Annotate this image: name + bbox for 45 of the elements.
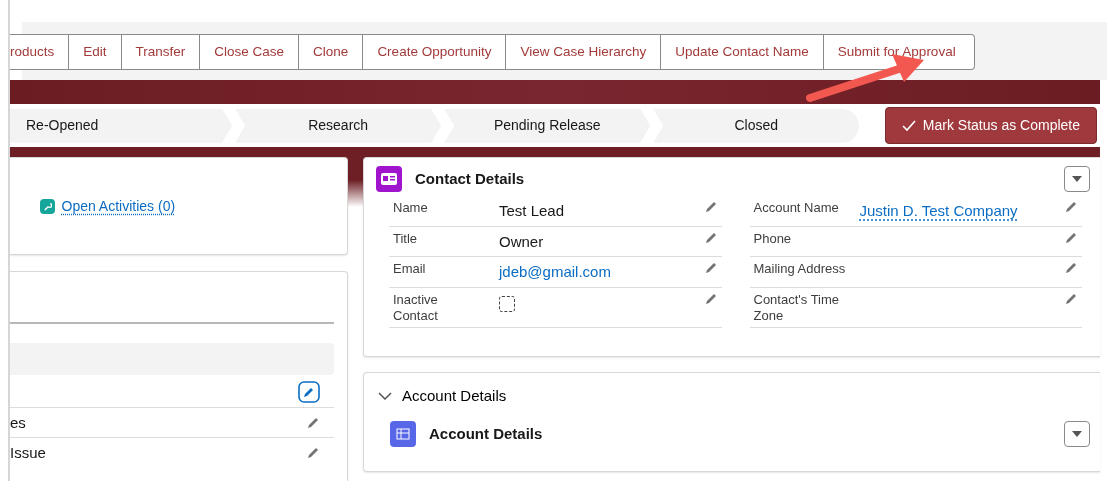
- account-card-icon: [390, 421, 416, 448]
- check-icon: [902, 119, 917, 132]
- action-button[interactable]: roducts: [10, 34, 70, 71]
- card-title: Account Details: [429, 424, 543, 444]
- action-button[interactable]: Create Opportunity: [363, 34, 507, 71]
- caret-icon: [1072, 176, 1082, 183]
- edit-icon[interactable]: [298, 381, 320, 404]
- action-button[interactable]: Submit for Approval: [823, 34, 975, 71]
- field-label: Phone: [753, 230, 793, 248]
- path-stage[interactable]: Re-Opened: [10, 108, 233, 143]
- path-stage[interactable]: Closed: [653, 108, 860, 143]
- path-stage[interactable]: Pending Release: [444, 108, 651, 143]
- section-toggle[interactable]: Account Details: [364, 372, 507, 408]
- chevron-icon: [378, 392, 392, 400]
- caret-icon: [1072, 431, 1082, 438]
- field-value: Owner: [499, 232, 544, 250]
- path-stage[interactable]: Research: [235, 108, 442, 143]
- dropdown-button[interactable]: [1064, 421, 1090, 448]
- field-value: Test Lead: [499, 202, 565, 220]
- dropdown-button[interactable]: [1064, 166, 1090, 193]
- field-value: es: [10, 412, 26, 433]
- email-link[interactable]: jdeb@gmail.com: [499, 263, 611, 281]
- checkbox[interactable]: [499, 295, 515, 312]
- field-label: Title: [393, 230, 419, 248]
- field-label: Contact's Time Zone: [753, 291, 841, 324]
- field-label: Inactive Contact: [393, 291, 439, 324]
- account-link[interactable]: Justin D. Test Company: [859, 202, 1018, 220]
- card-title: Contact Details: [415, 169, 525, 189]
- field-value: Issue: [10, 442, 46, 463]
- contact-card-icon: [376, 166, 402, 193]
- mark-complete-button[interactable]: Mark Status as Complete: [885, 107, 1097, 145]
- action-button[interactable]: Close Case: [200, 34, 300, 71]
- action-button[interactable]: View Case Hierarchy: [506, 34, 662, 71]
- field-label: Name: [393, 200, 429, 218]
- field-label: Email: [393, 261, 427, 279]
- wrench-icon: [40, 198, 55, 214]
- action-button[interactable]: Update Contact Name: [661, 34, 824, 71]
- field-label: Account Name: [753, 200, 840, 218]
- action-button[interactable]: Clone: [299, 34, 364, 71]
- action-button[interactable]: Edit: [69, 34, 122, 71]
- edit-pencil-icon[interactable]: [306, 415, 320, 430]
- action-button[interactable]: Transfer: [121, 34, 201, 71]
- field-label: Mailing Address: [753, 261, 846, 279]
- edit-pencil-icon[interactable]: [306, 445, 320, 460]
- activities-link[interactable]: Open Activities (0): [61, 195, 176, 217]
